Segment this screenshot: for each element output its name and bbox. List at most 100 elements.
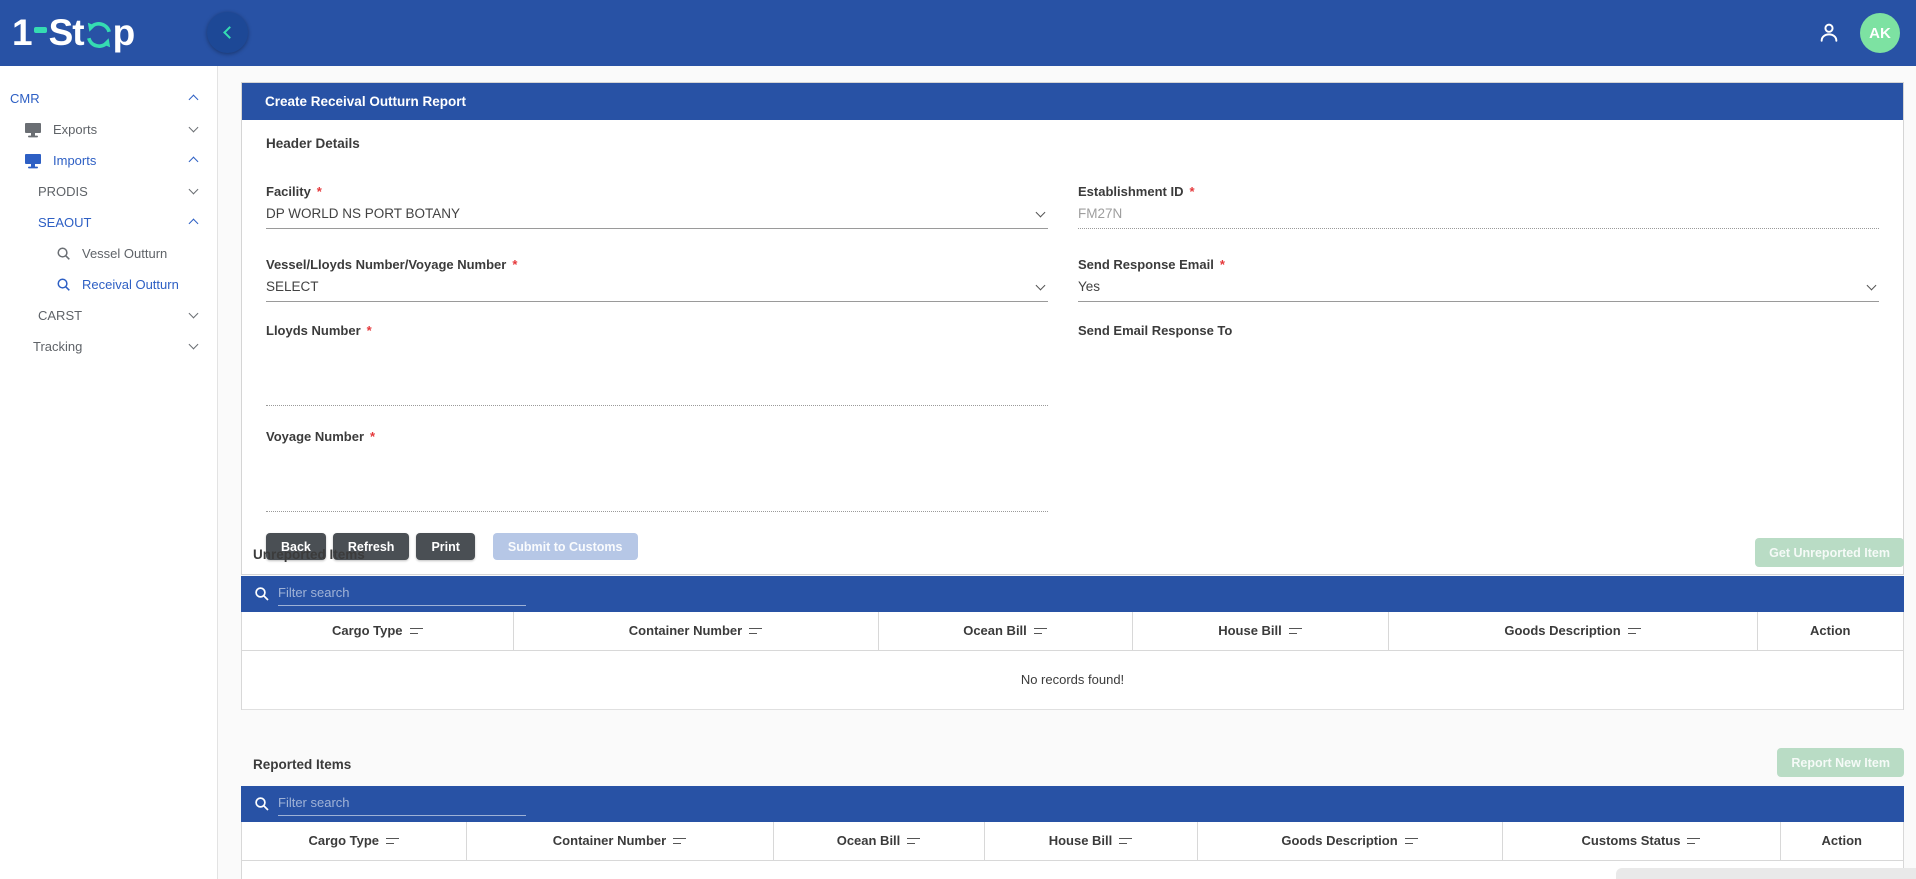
chevron-down-icon (188, 122, 199, 133)
unreported-filter-search-input[interactable] (278, 582, 526, 606)
column-header-customs-status[interactable]: Customs Status (1502, 822, 1781, 861)
chevron-down-icon (188, 308, 199, 319)
panel-title: Create Receival Outturn Report (242, 83, 1903, 120)
facility-label: Facility (266, 184, 311, 199)
column-header-house-bill[interactable]: House Bill (984, 822, 1198, 861)
logo-hyphen (33, 27, 47, 33)
vessel-label: Vessel/Lloyds Number/Voyage Number (266, 257, 507, 272)
chevron-up-icon (188, 94, 199, 105)
required-asterisk: * (316, 184, 322, 199)
sort-icon (1687, 836, 1701, 845)
chevron-down-icon (1035, 207, 1046, 218)
vessel-field: Vessel/Lloyds Number/Voyage Number * SELE… (266, 257, 1048, 302)
sort-icon (409, 626, 423, 635)
voyage-number-label: Voyage Number (266, 429, 365, 444)
column-header-cargo-type[interactable]: Cargo Type (242, 822, 467, 861)
main-content: Create Receival Outturn Report Header De… (219, 66, 1916, 879)
column-header-container-number[interactable]: Container Number (466, 822, 774, 861)
sort-icon (1119, 836, 1133, 845)
sort-icon (386, 836, 400, 845)
voyage-number-input (266, 489, 1048, 512)
sidebar-item-prodis[interactable]: PRODIS (0, 176, 217, 207)
sort-icon (1033, 626, 1047, 635)
sidebar-item-seaout[interactable]: SEAOUT (0, 207, 217, 238)
partial-element-bottom-right (1616, 868, 1916, 879)
column-header-goods-description[interactable]: Goods Description (1197, 822, 1503, 861)
voyage-number-field: Voyage Number * (266, 429, 1048, 512)
sidebar-item-label: Exports (53, 122, 98, 137)
top-navigation-bar: 1 St p AK (0, 0, 1916, 66)
sort-icon (673, 836, 687, 845)
column-header-container-number[interactable]: Container Number (513, 612, 879, 651)
header-details-title: Header Details (266, 136, 360, 151)
column-header-ocean-bill[interactable]: Ocean Bill (773, 822, 985, 861)
sort-icon (907, 836, 921, 845)
monitor-icon (24, 153, 42, 169)
sidebar-item-cmr[interactable]: CMR (0, 83, 217, 114)
logo-sync-icon (86, 22, 111, 48)
vessel-select[interactable]: SELECT (266, 279, 1048, 302)
reported-items-title: Reported Items (253, 757, 352, 772)
unreported-items-section: Unreported Items Get Unreported Item Car… (241, 538, 1904, 710)
sidebar-item-tracking[interactable]: Tracking (0, 331, 217, 362)
create-receival-outturn-panel: Create Receival Outturn Report Header De… (241, 82, 1904, 575)
sidebar-item-label: CMR (10, 91, 40, 106)
no-records-message: No records found! (242, 650, 1903, 710)
facility-value: DP WORLD NS PORT BOTANY (266, 206, 461, 221)
vessel-value: SELECT (266, 279, 319, 294)
column-header-house-bill[interactable]: House Bill (1132, 612, 1389, 651)
establishment-id-input: FM27N (1078, 206, 1879, 229)
reported-items-section: Reported Items Report New Item Cargo Typ… (241, 748, 1904, 879)
sidebar-navigation: CMR Exports Imports PRODIS SEAOUT Vessel… (0, 66, 218, 879)
monitor-icon (24, 122, 42, 138)
send-response-email-select[interactable]: Yes (1078, 279, 1879, 302)
sidebar-item-carst[interactable]: CARST (0, 300, 217, 331)
send-response-email-field: Send Response Email * Yes (1078, 257, 1879, 302)
column-header-goods-description[interactable]: Goods Description (1388, 612, 1758, 651)
logo-text-1: 1 (12, 12, 33, 53)
unreported-items-table: Cargo Type Container Number Ocean Bill H… (242, 612, 1903, 710)
facility-field: Facility * DP WORLD NS PORT BOTANY (266, 184, 1048, 229)
chevron-down-icon (188, 339, 199, 350)
send-email-response-to-input[interactable] (1078, 345, 1879, 368)
report-new-item-button[interactable]: Report New Item (1777, 748, 1904, 777)
send-response-email-value: Yes (1078, 279, 1101, 294)
sort-icon (749, 626, 763, 635)
facility-select[interactable]: DP WORLD NS PORT BOTANY (266, 206, 1048, 229)
reported-filter-bar (241, 786, 1904, 822)
chevron-down-icon (1866, 280, 1877, 291)
column-header-action: Action (1757, 612, 1903, 651)
sort-icon (1288, 626, 1302, 635)
column-header-ocean-bill[interactable]: Ocean Bill (878, 612, 1133, 651)
required-asterisk: * (370, 429, 376, 444)
send-email-response-to-field: Send Email Response To (1078, 323, 1879, 406)
user-profile-icon[interactable] (1816, 20, 1842, 46)
logo-text-p: p (112, 12, 136, 53)
user-avatar[interactable]: AK (1860, 13, 1900, 53)
logo-text-st: St (48, 12, 85, 53)
sidebar-collapse-button[interactable] (207, 12, 248, 53)
search-icon (56, 246, 71, 261)
unreported-items-title: Unreported Items (253, 547, 365, 562)
column-header-action: Action (1780, 822, 1903, 861)
establishment-id-label: Establishment ID (1078, 184, 1184, 199)
unreported-filter-bar (241, 576, 1904, 612)
sidebar-item-receival-outturn[interactable]: Receival Outturn (0, 269, 217, 300)
column-header-cargo-type[interactable]: Cargo Type (242, 612, 514, 651)
avatar-initials: AK (1869, 24, 1891, 42)
required-asterisk: * (1219, 257, 1225, 272)
sidebar-item-exports[interactable]: Exports (0, 114, 217, 145)
establishment-id-field: Establishment ID * FM27N (1078, 184, 1879, 229)
sort-icon (1627, 626, 1641, 635)
sidebar-item-imports[interactable]: Imports (0, 145, 217, 176)
app-logo: 1 St p (12, 12, 136, 54)
search-icon (255, 587, 269, 601)
lloyds-number-field: Lloyds Number * (266, 323, 1048, 406)
get-unreported-item-button[interactable]: Get Unreported Item (1755, 538, 1904, 567)
send-response-email-label: Send Response Email (1078, 257, 1214, 272)
reported-filter-search-input[interactable] (278, 792, 526, 816)
sidebar-item-vessel-outturn[interactable]: Vessel Outturn (0, 238, 217, 269)
chevron-down-icon (188, 184, 199, 195)
sidebar-item-label: Tracking (33, 339, 83, 354)
search-icon (56, 277, 71, 292)
